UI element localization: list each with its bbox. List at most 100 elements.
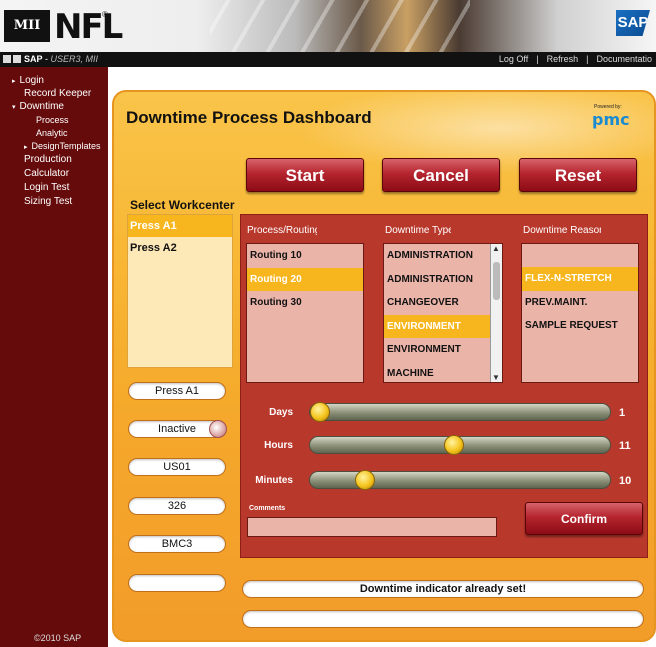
page-title: Downtime Process Dashboard xyxy=(126,108,372,127)
registered-mark: ® xyxy=(102,10,108,19)
cancel-button[interactable]: Cancel xyxy=(382,158,500,192)
hours-value: 11 xyxy=(619,440,631,452)
workcenter-item[interactable]: Press A2 xyxy=(128,237,232,259)
days-slider[interactable] xyxy=(309,402,611,422)
downtime-reason-item[interactable]: PREV.MAINT. xyxy=(522,291,638,315)
status-message: Downtime indicator already set! xyxy=(242,580,644,598)
sidebar-item-label: Sizing Test xyxy=(24,196,73,207)
app-root: MII NFL ® SAP SAP - USER3, MII Log Off | R… xyxy=(0,0,656,647)
sidebar-item-production[interactable]: Production xyxy=(24,153,72,166)
hours-label: Hours xyxy=(264,440,293,451)
plant-field: US01 xyxy=(128,458,226,476)
comments-input[interactable] xyxy=(247,517,497,537)
minutes-value: 10 xyxy=(619,475,632,487)
chevron-down-icon: ▾ xyxy=(12,104,16,111)
sidebar-item-label: Downtime xyxy=(19,101,64,112)
routing-list[interactable]: Routing 10 Routing 20 Routing 30 xyxy=(246,243,364,383)
sap-text: SAP xyxy=(24,54,43,64)
downtime-type-list[interactable]: ADMINISTRATION ADMINISTRATION CHANGEOVER… xyxy=(383,243,503,383)
start-button[interactable]: Start xyxy=(246,158,364,192)
hours-slider-thumb[interactable] xyxy=(444,435,464,455)
sidebar-item-label: Login Test xyxy=(24,182,70,193)
comments-label: Comments xyxy=(249,505,286,512)
days-value: 1 xyxy=(619,407,626,419)
status-toggle[interactable]: Inactive xyxy=(128,420,227,438)
close-icon[interactable] xyxy=(13,55,21,63)
routing-item[interactable]: Routing 20 xyxy=(247,267,363,291)
sidebar-item-label: Calculator xyxy=(24,168,70,179)
dashboard-panel: Downtime Process Dashboard Powered by: p… xyxy=(112,90,656,642)
minutes-label: Minutes xyxy=(255,475,293,486)
routing-item[interactable]: Routing 10 xyxy=(247,244,363,268)
window-icon[interactable] xyxy=(3,55,11,63)
scroll-down-icon[interactable]: ▼ xyxy=(492,373,500,382)
downtime-type-item[interactable]: ADMINISTRATION xyxy=(384,244,490,268)
hours-slider[interactable] xyxy=(309,435,611,455)
reset-button[interactable]: Reset xyxy=(519,158,637,192)
sidebar-item-calculator[interactable]: Calculator xyxy=(24,167,69,180)
workcenter-label: Select Workcenter xyxy=(130,198,235,212)
minutes-slider[interactable] xyxy=(309,470,611,490)
pmc-logo-text: pmc xyxy=(592,110,630,129)
sidebar-item-label: Record Keeper xyxy=(24,88,92,99)
resource-field: BMC3 xyxy=(128,535,226,553)
routing-item[interactable]: Routing 30 xyxy=(247,291,363,315)
sap-logo: SAP xyxy=(616,10,650,36)
downtime-reason-list[interactable]: FLEX-N-STRETCH PREV.MAINT. SAMPLE REQUES… xyxy=(521,243,639,383)
downtime-type-item[interactable]: MACHINE xyxy=(384,362,490,383)
workcenter-list[interactable]: Press A1 Press A2 xyxy=(127,214,233,368)
link-separator: | xyxy=(536,54,539,64)
sidebar-item-sizing-test[interactable]: Sizing Test xyxy=(24,195,72,208)
routing-header: Process/Routing xyxy=(247,225,317,236)
sidebar-item-label: DesignTemplates xyxy=(31,141,101,151)
downtime-reason-header: Downtime Reason xyxy=(523,225,601,236)
link-separator: | xyxy=(586,54,589,64)
sidebar-item-label: Analytic xyxy=(36,128,68,138)
workcenter-field: Press A1 xyxy=(128,382,226,400)
mii-logo: MII xyxy=(4,10,50,42)
toggle-knob-icon[interactable] xyxy=(209,420,227,438)
days-slider-thumb[interactable] xyxy=(310,402,330,422)
status-text: Inactive xyxy=(158,423,196,435)
sidebar-item-login-test[interactable]: Login Test xyxy=(24,181,69,194)
scroll-up-icon[interactable]: ▲ xyxy=(492,244,500,253)
downtime-type-header: Downtime Type xyxy=(385,225,451,236)
sidebar-item-label: Process xyxy=(36,115,69,125)
workcenter-item[interactable]: Press A1 xyxy=(128,215,232,237)
downtime-type-item[interactable]: ENVIRONMENT xyxy=(384,314,490,338)
downtime-entry-panel: Process/Routing Routing 10 Routing 20 Ro… xyxy=(240,214,648,558)
top-navbar: SAP - USER3, MII Log Off | Refresh | Documen… xyxy=(0,52,656,67)
sidebar-item-analytic[interactable]: Analytic xyxy=(36,127,68,140)
downtime-type-item[interactable]: ADMINISTRATION xyxy=(384,268,490,292)
sidebar-item-downtime[interactable]: ▾ Downtime xyxy=(12,100,64,114)
sidebar-item-designtemplates[interactable]: ▸ DesignTemplates xyxy=(24,140,101,154)
sidebar-item-login[interactable]: ▸ Login xyxy=(12,74,44,88)
line-field: 326 xyxy=(128,497,226,515)
empty-field xyxy=(128,574,226,592)
scrollbar-thumb[interactable] xyxy=(493,262,500,300)
sidebar-item-process[interactable]: Process xyxy=(36,114,69,127)
downtime-reason-item[interactable]: FLEX-N-STRETCH xyxy=(522,267,638,291)
downtime-type-scrollbar[interactable]: ▲ ▼ xyxy=(490,244,502,382)
sidebar-item-record-keeper[interactable]: Record Keeper xyxy=(24,87,91,100)
refresh-link[interactable]: Refresh xyxy=(543,54,583,64)
minutes-slider-thumb[interactable] xyxy=(355,470,375,490)
sidebar-item-label: Login xyxy=(19,75,44,86)
days-label: Days xyxy=(269,407,293,418)
downtime-type-item[interactable]: ENVIRONMENT xyxy=(384,338,490,362)
log-off-link[interactable]: Log Off xyxy=(495,54,532,64)
nfl-logo: NFL xyxy=(54,7,123,47)
downtime-type-item[interactable]: CHANGEOVER xyxy=(384,291,490,315)
chevron-right-icon: ▸ xyxy=(12,78,16,85)
documentation-link[interactable]: Documentatio xyxy=(592,54,656,64)
confirm-button[interactable]: Confirm xyxy=(525,502,643,535)
user-info: SAP - USER3, MII xyxy=(24,54,99,64)
status-message-secondary xyxy=(242,610,644,628)
user-name: USER3, MII xyxy=(50,54,99,64)
pmc-logo: Powered by: pmc xyxy=(590,104,640,134)
sidebar: ▸ Login Record Keeper ▾ Downtime Process A… xyxy=(0,67,108,647)
navbar-links: Log Off | Refresh | Documentatio xyxy=(495,52,656,67)
sidebar-item-label: Production xyxy=(24,154,72,165)
header-banner: MII NFL ® SAP xyxy=(0,0,656,52)
downtime-reason-item[interactable]: SAMPLE REQUEST xyxy=(522,314,638,338)
